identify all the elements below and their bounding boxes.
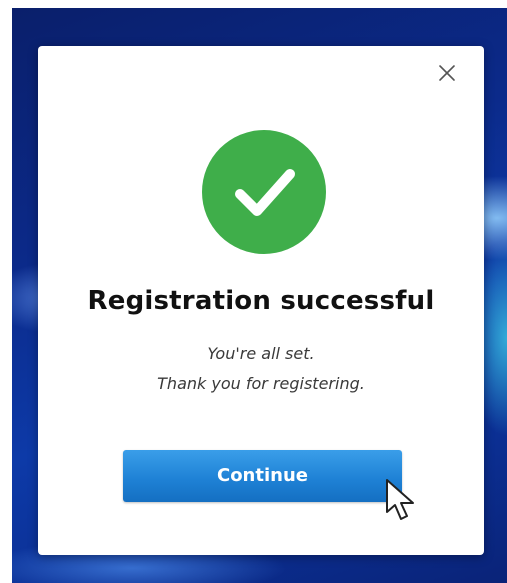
mouse-pointer-icon [386,479,414,520]
close-button[interactable] [436,62,458,84]
success-check-badge [202,130,326,254]
close-icon [439,65,455,81]
continue-button[interactable]: Continue [123,450,402,502]
checkmark-icon [235,169,295,216]
confirmation-message-line-2: Thank you for registering. [157,374,365,393]
dialog-title: Registration successful [87,286,435,316]
confirmation-message-line-1: You're all set. [207,344,315,363]
